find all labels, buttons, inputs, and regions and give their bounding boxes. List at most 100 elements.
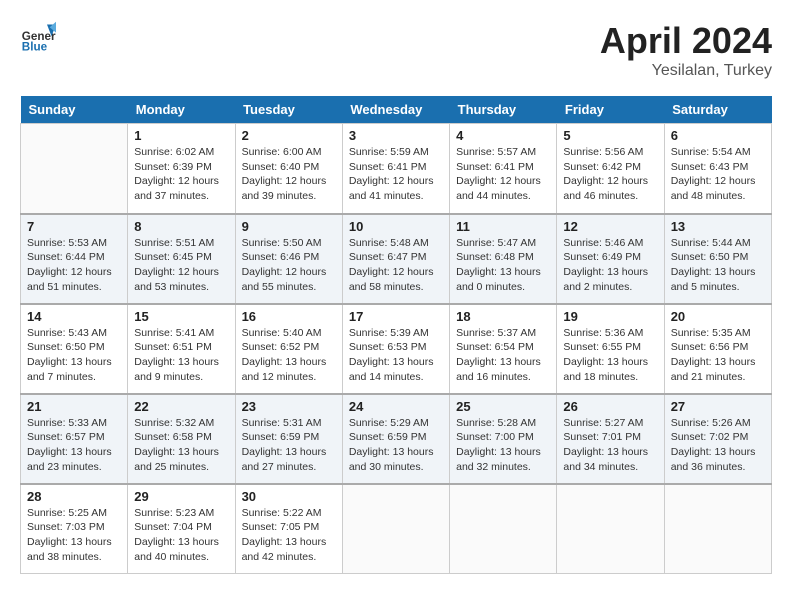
day-info: Sunrise: 5:44 AM Sunset: 6:50 PM Dayligh…	[671, 236, 765, 295]
calendar-cell: 25 Sunrise: 5:28 AM Sunset: 7:00 PM Dayli…	[450, 394, 557, 484]
day-number: 21	[27, 399, 121, 414]
day-info: Sunrise: 5:51 AM Sunset: 6:45 PM Dayligh…	[134, 236, 228, 295]
day-number: 24	[349, 399, 443, 414]
calendar-cell: 9 Sunrise: 5:50 AM Sunset: 6:46 PM Daylig…	[235, 214, 342, 304]
calendar-cell: 1 Sunrise: 6:02 AM Sunset: 6:39 PM Daylig…	[128, 124, 235, 214]
calendar-week-row: 21 Sunrise: 5:33 AM Sunset: 6:57 PM Dayli…	[21, 394, 772, 484]
calendar-cell: 16Sunrise: 5:40 AM Sunset: 6:52 PM Dayli…	[235, 304, 342, 394]
day-number: 8	[134, 219, 228, 234]
day-number: 4	[456, 128, 550, 143]
day-info: Sunrise: 5:31 AM Sunset: 6:59 PM Dayligh…	[242, 416, 336, 475]
day-number: 3	[349, 128, 443, 143]
day-info: Sunrise: 5:50 AM Sunset: 6:46 PM Dayligh…	[242, 236, 336, 295]
calendar-cell: 13 Sunrise: 5:44 AM Sunset: 6:50 PM Dayli…	[664, 214, 771, 304]
calendar-cell: 3 Sunrise: 5:59 AM Sunset: 6:41 PM Daylig…	[342, 124, 449, 214]
day-info: Sunrise: 5:35 AM Sunset: 6:56 PM Dayligh…	[671, 326, 765, 385]
day-number: 18	[456, 309, 550, 324]
day-info: Sunrise: 5:59 AM Sunset: 6:41 PM Dayligh…	[349, 145, 443, 204]
day-number: 23	[242, 399, 336, 414]
day-number: 25	[456, 399, 550, 414]
day-number: 1	[134, 128, 228, 143]
day-number: 22	[134, 399, 228, 414]
weekday-header-sunday: Sunday	[21, 96, 128, 124]
day-info: Sunrise: 5:54 AM Sunset: 6:43 PM Dayligh…	[671, 145, 765, 204]
day-info: Sunrise: 6:02 AM Sunset: 6:39 PM Dayligh…	[134, 145, 228, 204]
day-info: Sunrise: 5:28 AM Sunset: 7:00 PM Dayligh…	[456, 416, 550, 475]
day-number: 27	[671, 399, 765, 414]
weekday-header-friday: Friday	[557, 96, 664, 124]
calendar-week-row: 7 Sunrise: 5:53 AM Sunset: 6:44 PM Daylig…	[21, 214, 772, 304]
day-info: Sunrise: 5:56 AM Sunset: 6:42 PM Dayligh…	[563, 145, 657, 204]
calendar-cell: 17Sunrise: 5:39 AM Sunset: 6:53 PM Dayli…	[342, 304, 449, 394]
calendar-week-row: 14 Sunrise: 5:43 AM Sunset: 6:50 PM Dayli…	[21, 304, 772, 394]
calendar-cell: 28Sunrise: 5:25 AM Sunset: 7:03 PM Dayli…	[21, 484, 128, 574]
day-number: 20	[671, 309, 765, 324]
day-number: 29	[134, 489, 228, 504]
weekday-header-thursday: Thursday	[450, 96, 557, 124]
logo-icon: General Blue	[20, 20, 56, 56]
day-number: 26	[563, 399, 657, 414]
calendar-cell: 26 Sunrise: 5:27 AM Sunset: 7:01 PM Dayli…	[557, 394, 664, 484]
calendar-cell: 2Sunrise: 6:00 AM Sunset: 6:40 PM Daylig…	[235, 124, 342, 214]
svg-text:Blue: Blue	[22, 41, 48, 54]
day-number: 12	[563, 219, 657, 234]
day-info: Sunrise: 5:26 AM Sunset: 7:02 PM Dayligh…	[671, 416, 765, 475]
day-number: 5	[563, 128, 657, 143]
calendar-cell: 10 Sunrise: 5:48 AM Sunset: 6:47 PM Dayli…	[342, 214, 449, 304]
day-number: 7	[27, 219, 121, 234]
day-info: Sunrise: 5:27 AM Sunset: 7:01 PM Dayligh…	[563, 416, 657, 475]
calendar-cell: 21 Sunrise: 5:33 AM Sunset: 6:57 PM Dayli…	[21, 394, 128, 484]
calendar-cell: 4Sunrise: 5:57 AM Sunset: 6:41 PM Daylig…	[450, 124, 557, 214]
calendar-cell: 6 Sunrise: 5:54 AM Sunset: 6:43 PM Daylig…	[664, 124, 771, 214]
calendar-week-row: 1 Sunrise: 6:02 AM Sunset: 6:39 PM Daylig…	[21, 124, 772, 214]
day-info: Sunrise: 5:46 AM Sunset: 6:49 PM Dayligh…	[563, 236, 657, 295]
day-info: Sunrise: 5:47 AM Sunset: 6:48 PM Dayligh…	[456, 236, 550, 295]
day-info: Sunrise: 5:53 AM Sunset: 6:44 PM Dayligh…	[27, 236, 121, 295]
day-info: Sunrise: 6:00 AM Sunset: 6:40 PM Dayligh…	[242, 145, 336, 204]
main-title: April 2024	[600, 20, 772, 62]
calendar-cell: 15 Sunrise: 5:41 AM Sunset: 6:51 PM Dayli…	[128, 304, 235, 394]
calendar-cell: 27 Sunrise: 5:26 AM Sunset: 7:02 PM Dayli…	[664, 394, 771, 484]
day-number: 19	[563, 309, 657, 324]
day-info: Sunrise: 5:32 AM Sunset: 6:58 PM Dayligh…	[134, 416, 228, 475]
day-number: 16	[242, 309, 336, 324]
title-section: April 2024 Yesilalan, Turkey	[600, 20, 772, 80]
calendar-cell: 18 Sunrise: 5:37 AM Sunset: 6:54 PM Dayli…	[450, 304, 557, 394]
weekday-header-saturday: Saturday	[664, 96, 771, 124]
calendar-cell: 24Sunrise: 5:29 AM Sunset: 6:59 PM Dayli…	[342, 394, 449, 484]
calendar-cell	[664, 484, 771, 574]
day-number: 28	[27, 489, 121, 504]
day-number: 13	[671, 219, 765, 234]
day-number: 30	[242, 489, 336, 504]
day-info: Sunrise: 5:33 AM Sunset: 6:57 PM Dayligh…	[27, 416, 121, 475]
weekday-header-wednesday: Wednesday	[342, 96, 449, 124]
calendar-cell	[21, 124, 128, 214]
weekday-header-row: SundayMondayTuesdayWednesdayThursdayFrid…	[21, 96, 772, 124]
day-number: 10	[349, 219, 443, 234]
day-number: 15	[134, 309, 228, 324]
calendar-cell: 14 Sunrise: 5:43 AM Sunset: 6:50 PM Dayli…	[21, 304, 128, 394]
day-number: 9	[242, 219, 336, 234]
calendar-table: SundayMondayTuesdayWednesdayThursdayFrid…	[20, 96, 772, 574]
day-info: Sunrise: 5:41 AM Sunset: 6:51 PM Dayligh…	[134, 326, 228, 385]
calendar-cell: 11 Sunrise: 5:47 AM Sunset: 6:48 PM Dayli…	[450, 214, 557, 304]
calendar-cell: 23 Sunrise: 5:31 AM Sunset: 6:59 PM Dayli…	[235, 394, 342, 484]
day-info: Sunrise: 5:43 AM Sunset: 6:50 PM Dayligh…	[27, 326, 121, 385]
day-info: Sunrise: 5:48 AM Sunset: 6:47 PM Dayligh…	[349, 236, 443, 295]
calendar-cell: 5 Sunrise: 5:56 AM Sunset: 6:42 PM Daylig…	[557, 124, 664, 214]
calendar-cell: 20 Sunrise: 5:35 AM Sunset: 6:56 PM Dayli…	[664, 304, 771, 394]
day-number: 6	[671, 128, 765, 143]
calendar-cell: 12 Sunrise: 5:46 AM Sunset: 6:49 PM Dayli…	[557, 214, 664, 304]
weekday-header-monday: Monday	[128, 96, 235, 124]
day-info: Sunrise: 5:37 AM Sunset: 6:54 PM Dayligh…	[456, 326, 550, 385]
day-number: 17	[349, 309, 443, 324]
page-header: General Blue April 2024 Yesilalan, Turke…	[20, 20, 772, 80]
calendar-cell: 22 Sunrise: 5:32 AM Sunset: 6:58 PM Dayli…	[128, 394, 235, 484]
calendar-cell: 29Sunrise: 5:23 AM Sunset: 7:04 PM Dayli…	[128, 484, 235, 574]
day-number: 11	[456, 219, 550, 234]
calendar-week-row: 28Sunrise: 5:25 AM Sunset: 7:03 PM Dayli…	[21, 484, 772, 574]
calendar-cell: 8 Sunrise: 5:51 AM Sunset: 6:45 PM Daylig…	[128, 214, 235, 304]
day-number: 14	[27, 309, 121, 324]
logo: General Blue	[20, 20, 56, 56]
calendar-cell: 30Sunrise: 5:22 AM Sunset: 7:05 PM Dayli…	[235, 484, 342, 574]
